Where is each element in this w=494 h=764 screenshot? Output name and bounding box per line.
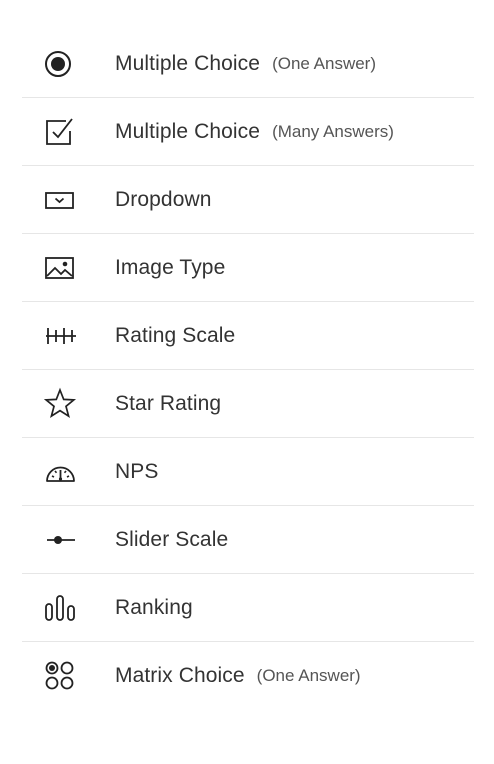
question-type-star-rating[interactable]: Star Rating: [22, 370, 474, 438]
item-label: Matrix Choice: [115, 664, 245, 687]
item-sublabel: (One Answer): [272, 53, 377, 73]
item-label-group: NPS: [115, 438, 158, 505]
radio-button-icon: [44, 44, 84, 84]
question-type-menu: Multiple Choice (One Answer) Multiple Ch…: [22, 30, 474, 710]
question-type-ranking[interactable]: Ranking: [22, 574, 474, 642]
item-label-group: Image Type: [115, 234, 225, 301]
item-label-group: Slider Scale: [115, 506, 228, 573]
item-sublabel: (Many Answers): [272, 121, 394, 141]
checkbox-icon: [44, 112, 84, 152]
question-type-image-type[interactable]: Image Type: [22, 234, 474, 302]
question-type-multiple-choice-many-answers[interactable]: Multiple Choice (Many Answers): [22, 98, 474, 166]
item-label: NPS: [115, 459, 159, 483]
ranking-icon: [44, 588, 84, 628]
question-type-rating-scale[interactable]: Rating Scale: [22, 302, 474, 370]
item-label-group: Dropdown: [115, 166, 212, 233]
item-label-group: Rating Scale: [115, 302, 235, 369]
rating-scale-icon: [44, 316, 84, 356]
item-label: Multiple Choice: [115, 51, 261, 75]
item-label-group: Multiple Choice (Many Answers): [115, 98, 394, 165]
image-icon: [44, 248, 84, 288]
question-type-nps[interactable]: NPS: [22, 438, 474, 506]
item-sublabel: (One Answer): [256, 666, 361, 685]
gauge-icon: [44, 452, 84, 492]
item-label: Multiple Choice: [115, 119, 261, 143]
item-label: Star Rating: [115, 391, 222, 415]
item-label: Image Type: [115, 255, 226, 279]
matrix-icon: [44, 656, 84, 696]
question-type-multiple-choice-one-answer[interactable]: Multiple Choice (One Answer): [22, 30, 474, 98]
item-label-group: Matrix Choice (One Answer): [115, 642, 361, 710]
item-label-group: Star Rating: [115, 370, 221, 437]
question-type-dropdown[interactable]: Dropdown: [22, 166, 474, 234]
item-label: Dropdown: [115, 187, 212, 211]
dropdown-icon: [44, 180, 84, 220]
item-label-group: Ranking: [115, 574, 193, 641]
item-label: Ranking: [115, 595, 193, 619]
question-type-slider-scale[interactable]: Slider Scale: [22, 506, 474, 574]
item-label: Rating Scale: [115, 323, 236, 347]
item-label: Slider Scale: [115, 527, 229, 551]
slider-icon: [44, 520, 84, 560]
star-icon: [44, 384, 84, 424]
question-type-matrix-choice-one-answer[interactable]: Matrix Choice (One Answer): [22, 642, 474, 710]
item-label-group: Multiple Choice (One Answer): [115, 30, 376, 97]
